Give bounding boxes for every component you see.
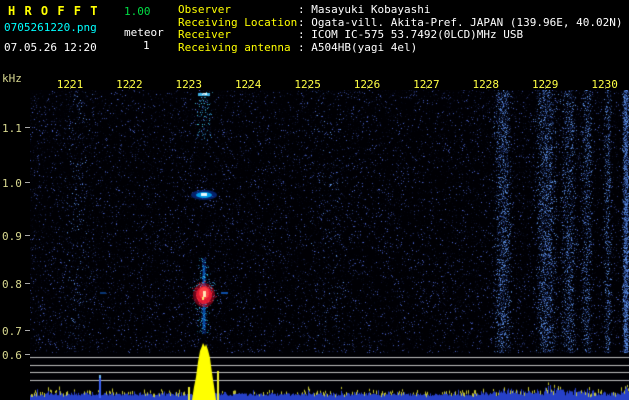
freq-tick-label: 0.9	[2, 230, 22, 243]
freq-tick-mark	[25, 127, 30, 128]
time-tick-mark	[426, 85, 428, 89]
freq-tick-label: 0.8	[2, 278, 22, 291]
time-tick-mark	[248, 85, 250, 89]
time-tick-mark	[604, 85, 606, 89]
time-tick-mark	[545, 85, 547, 89]
spectrogram-area: kHz 122112221223122412251226122712281229…	[0, 0, 629, 400]
freq-tick-label: 1.1	[2, 122, 22, 135]
freq-tick-mark	[25, 235, 30, 236]
time-tick-mark	[129, 85, 131, 89]
freq-tick-mark	[25, 182, 30, 183]
time-tick-mark	[70, 85, 71, 89]
time-tick-mark	[485, 85, 487, 89]
time-tick-mark	[188, 85, 190, 89]
time-tick-mark	[307, 85, 309, 89]
freq-tick-label: 0.7	[2, 325, 22, 338]
freq-tick-label: 0.6	[2, 349, 22, 362]
freq-tick-label: 1.0	[2, 177, 22, 190]
time-tick-mark	[367, 85, 368, 89]
freq-axis-unit: kHz	[2, 72, 22, 85]
freq-tick-mark	[25, 354, 30, 355]
hrofft-screen: H R O F F T 1.00 0705261220.png meteor 1…	[0, 0, 629, 400]
freq-tick-mark	[25, 330, 30, 331]
spectrogram-canvas	[30, 90, 629, 400]
freq-tick-mark	[25, 283, 30, 284]
